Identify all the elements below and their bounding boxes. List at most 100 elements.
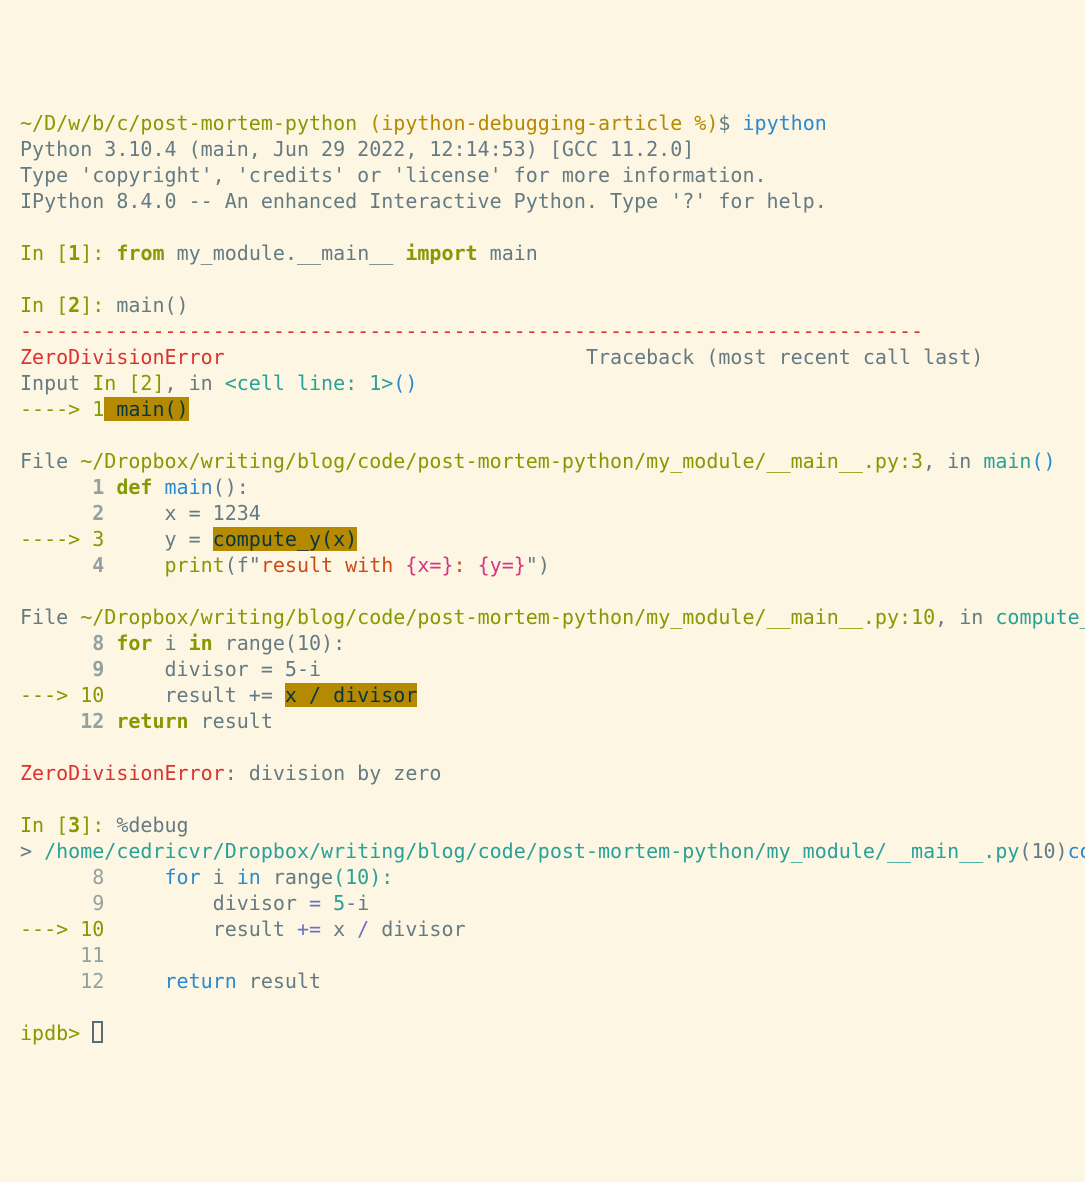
- in-prompt-3-num: 3: [68, 813, 80, 837]
- div-expr: x / divisor: [285, 683, 417, 707]
- return-val: result: [189, 709, 273, 733]
- file1-path: ~/Dropbox/writing/blog/code/post-mortem-…: [80, 449, 923, 473]
- in-prompt-1-num: 1: [68, 241, 80, 265]
- file2-in: , in: [935, 605, 995, 629]
- banner-line-2: Type 'copyright', 'credits' or 'license'…: [20, 163, 767, 187]
- result-eq: result +=: [104, 683, 285, 707]
- file1-label: File: [20, 449, 80, 473]
- file2-path: ~/Dropbox/writing/blog/code/post-mortem-…: [80, 605, 935, 629]
- in-prompt-1-suffix: ]:: [80, 241, 104, 265]
- pdb-func: co: [1068, 839, 1085, 863]
- final-error-msg: : division by zero: [225, 761, 442, 785]
- sig: ():: [213, 475, 249, 499]
- pdb-arrow: ---> 10: [20, 917, 104, 941]
- fstr-colon: :: [454, 553, 478, 577]
- debug-magic: %debug: [104, 813, 188, 837]
- pdb-body10c: divisor: [369, 917, 465, 941]
- fstr-text1: result with: [261, 553, 406, 577]
- kw-return: return: [104, 709, 188, 733]
- lineno-4: 4: [20, 553, 104, 577]
- tb-parens: (): [393, 371, 417, 395]
- kw-in: in: [189, 631, 213, 655]
- banner-line-3: IPython 8.4.0 -- An enhanced Interactive…: [20, 189, 827, 213]
- pdb-minus: -: [345, 891, 357, 915]
- tb-in-ref: In [2]: [92, 371, 164, 395]
- mainmod: __main__: [297, 241, 393, 265]
- pdb-body10b: x: [321, 917, 357, 941]
- in-prompt-3-suffix: ]:: [80, 813, 104, 837]
- traceback-separator: ----------------------------------------…: [20, 319, 923, 343]
- final-error-class: ZeroDivisionError: [20, 761, 225, 785]
- lineno-1: 1: [20, 475, 104, 499]
- in-prompt-2: In [: [20, 293, 68, 317]
- lineno-12: 12: [20, 709, 104, 733]
- pkg-name: my_module.: [165, 241, 297, 265]
- in-prompt-2-suffix: ]:: [80, 293, 104, 317]
- pdb-ln11: 11: [20, 943, 104, 967]
- error-class: ZeroDivisionError: [20, 345, 225, 369]
- cursor-icon: [92, 1021, 103, 1043]
- print-fn: print: [104, 553, 224, 577]
- prompt-dollar: $: [718, 111, 730, 135]
- ipdb-prompt[interactable]: ipdb>: [20, 1021, 92, 1045]
- pdb-for: for: [104, 865, 200, 889]
- cwd-path: ~/D/w/b/c/post-mortem-python: [20, 111, 357, 135]
- arrow-10: ---> 10: [20, 683, 104, 707]
- funcname-main: main: [152, 475, 212, 499]
- terminal[interactable]: ~/D/w/b/c/post-mortem-python (ipython-de…: [20, 110, 1065, 1046]
- file2-func: compute_: [995, 605, 1085, 629]
- pdb-i: i: [201, 865, 237, 889]
- pdb-return: return: [104, 969, 236, 993]
- var-i: i: [152, 631, 188, 655]
- command-typed: ipython: [743, 111, 827, 135]
- lineno-8: 8: [20, 631, 104, 655]
- body-9: divisor = 5-i: [104, 657, 321, 681]
- tb-input-label: Input: [20, 371, 92, 395]
- pdb-ln8: 8: [20, 865, 104, 889]
- pdb-return-val: result: [237, 969, 321, 993]
- cwd-sep: [357, 111, 369, 135]
- kw-for: for: [104, 631, 152, 655]
- compute-call: compute_y(x): [213, 527, 358, 551]
- range-call: range(10):: [213, 631, 345, 655]
- import-name: main: [478, 241, 538, 265]
- pdb-angle: >: [20, 839, 44, 863]
- file1-parens: (): [1031, 449, 1055, 473]
- in-2-call: main(): [104, 293, 188, 317]
- pdb-loc: (10): [1019, 839, 1067, 863]
- pdb-pluseq: +=: [297, 917, 321, 941]
- fstr-int1: {x=}: [405, 553, 453, 577]
- pdb-div: /: [357, 917, 369, 941]
- pdb-body9c: i: [357, 891, 369, 915]
- fstr-int2: {y=}: [478, 553, 526, 577]
- pdb-body9b: 5: [321, 891, 345, 915]
- fstr-close: "): [526, 553, 550, 577]
- pdb-in: in: [237, 865, 261, 889]
- tb-comma-in: , in: [165, 371, 225, 395]
- in-prompt-2-num: 2: [68, 293, 80, 317]
- in-prompt-1: In [: [20, 241, 68, 265]
- body-2: x = 1234: [104, 501, 261, 525]
- pdb-ln9: 9: [20, 891, 104, 915]
- file2-label: File: [20, 605, 80, 629]
- yeq: y =: [104, 527, 212, 551]
- pdb-eq: =: [309, 891, 321, 915]
- pdb-range-arg: (10):: [333, 865, 393, 889]
- in-prompt-3: In [: [20, 813, 68, 837]
- pdb-range: range: [261, 865, 333, 889]
- arrow-3: ----> 3: [20, 527, 104, 551]
- banner-line-1: Python 3.10.4 (main, Jun 29 2022, 12:14:…: [20, 137, 694, 161]
- file1-func: main: [983, 449, 1031, 473]
- pdb-body10a: result: [104, 917, 297, 941]
- traceback-label: Traceback (most recent call last): [586, 345, 983, 369]
- file1-in: , in: [923, 449, 983, 473]
- sp: [730, 111, 742, 135]
- kw-def: def: [104, 475, 152, 499]
- lineno-2: 2: [20, 501, 104, 525]
- tb-main-call: main(): [104, 397, 188, 421]
- kw-import: import: [393, 241, 477, 265]
- tb-pad: [225, 345, 586, 369]
- tb-arrow-1: ----> 1: [20, 397, 104, 421]
- kw-from: from: [116, 241, 164, 265]
- pdb-body9a: divisor: [104, 891, 309, 915]
